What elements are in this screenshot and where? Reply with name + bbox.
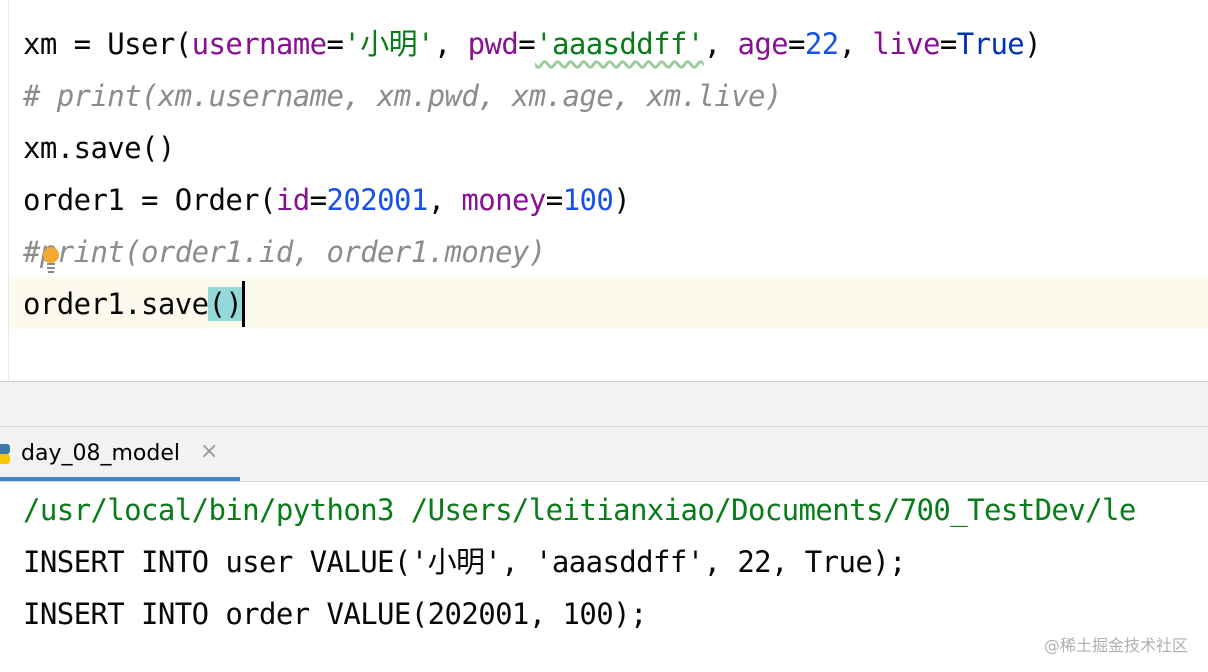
python-icon — [0, 444, 10, 464]
tab-day-08-model[interactable]: day_08_model × — [0, 427, 240, 481]
code-line-3[interactable]: xm.save() — [23, 122, 175, 174]
lightbulb-icon[interactable] — [41, 246, 61, 276]
spelling-warning: 'aaasddff' — [535, 27, 704, 61]
code-line-1[interactable]: xm = User(username='小明', pwd='aaasddff',… — [23, 18, 1042, 70]
tab-label: day_08_model — [21, 441, 180, 466]
code-line-6[interactable]: order1.save() — [23, 278, 246, 330]
code-line-5[interactable]: #print(order1.id, order1.money) — [23, 226, 546, 278]
code-editor[interactable]: xm = User(username='小明', pwd='aaasddff',… — [0, 0, 1208, 381]
code-line-2[interactable]: # print(xm.username, xm.pwd, xm.age, xm.… — [23, 70, 782, 122]
console-line-command: /usr/local/bin/python3 /Users/leitianxia… — [23, 493, 1136, 527]
panel-splitter[interactable] — [0, 382, 1208, 426]
close-icon[interactable]: × — [200, 439, 218, 464]
text-caret — [242, 281, 246, 327]
run-console[interactable]: /usr/local/bin/python3 /Users/leitianxia… — [0, 482, 1208, 672]
console-line-output-2: INSERT INTO order VALUE(202001, 100); — [23, 597, 647, 631]
active-tab-indicator — [0, 477, 240, 481]
console-line-output-1: INSERT INTO user VALUE('小明', 'aaasddff',… — [23, 545, 907, 579]
code-line-4[interactable]: order1 = Order(id=202001, money=100) — [23, 174, 631, 226]
matched-brace-highlight: () — [208, 287, 243, 321]
watermark: @稀土掘金技术社区 — [1043, 636, 1188, 655]
run-tool-tabs: day_08_model × — [0, 427, 1208, 482]
